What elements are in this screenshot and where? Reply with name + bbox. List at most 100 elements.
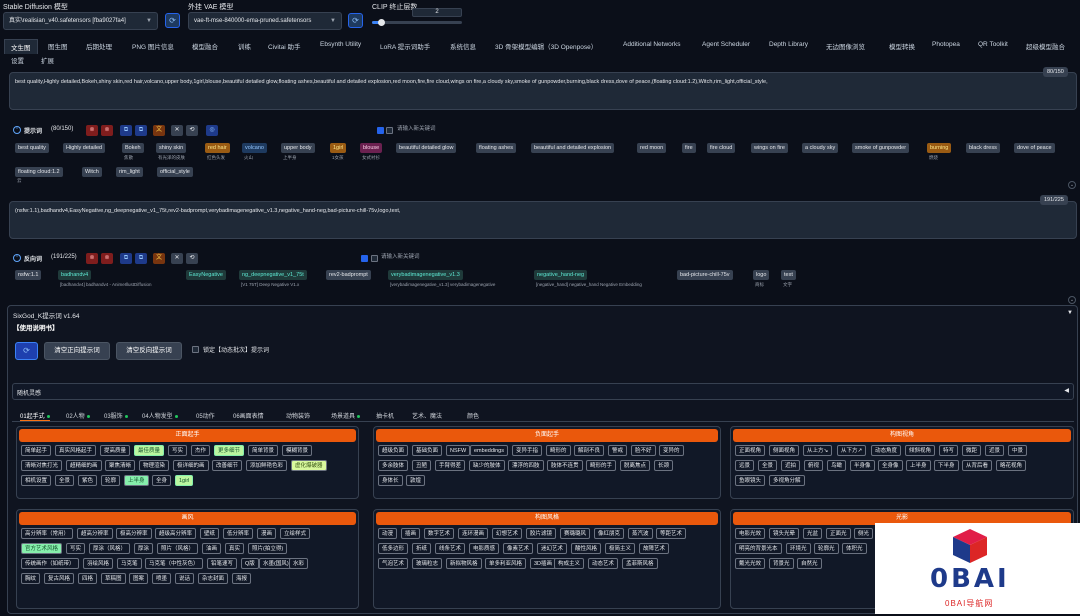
keyword-chip[interactable]: 戴光光效 bbox=[735, 558, 766, 569]
keyword-chip[interactable]: 等距艺术 bbox=[656, 528, 687, 539]
tab-train[interactable]: 训练 bbox=[238, 41, 251, 51]
keyword-chip[interactable]: 从背后看 bbox=[962, 460, 993, 471]
negative-tag[interactable]: EasyNegative bbox=[186, 270, 226, 280]
prompt-tag[interactable]: Highly detailed bbox=[63, 143, 106, 153]
clip-slider-handle[interactable] bbox=[378, 19, 385, 26]
keyword-chip[interactable]: 远景 bbox=[735, 460, 755, 471]
prompt-tag[interactable]: official_style bbox=[157, 167, 193, 177]
keyword-chip[interactable]: 正面视角 bbox=[735, 445, 766, 456]
keyword-chip[interactable]: 鱼眼镜头 bbox=[735, 475, 766, 486]
prompt-tag[interactable]: fire cloud bbox=[707, 143, 736, 153]
keyword-chip[interactable]: 像红朋克 bbox=[594, 528, 625, 539]
keyword-chip[interactable]: 丑陋 bbox=[412, 460, 432, 471]
prompt-tag[interactable]: black dress bbox=[966, 143, 1000, 153]
clear-icon[interactable]: ⊗ bbox=[101, 125, 113, 136]
tab-3d-openpose[interactable]: 3D 骨架模型编辑（3D Openpose） bbox=[495, 41, 597, 51]
keyword-chip[interactable]: 模糊背景 bbox=[282, 445, 313, 456]
keyword-chip[interactable]: 像素艺术 bbox=[503, 543, 534, 554]
neg-auto-translate-checkbox[interactable] bbox=[361, 255, 368, 262]
tab-checkpoint-merger[interactable]: 模型融合 bbox=[192, 41, 218, 51]
keyword-chip[interactable]: 多视角分解 bbox=[769, 475, 805, 486]
paste-icon[interactable]: ⧉ bbox=[135, 125, 147, 136]
keyword-chip[interactable]: 全身 bbox=[152, 475, 172, 486]
prompt-tag[interactable]: blouse bbox=[360, 143, 383, 153]
keyword-chip[interactable]: 倾斜视角 bbox=[905, 445, 936, 456]
keyword-chip[interactable]: NSFW bbox=[446, 445, 471, 456]
keyword-chip[interactable]: 杰作 bbox=[191, 445, 211, 456]
prompt-tag[interactable]: red hair bbox=[205, 143, 230, 153]
keyword-chip[interactable]: 背景光 bbox=[769, 558, 794, 569]
keyword-chip[interactable]: 手臂得差 bbox=[435, 460, 466, 471]
prompt-tag[interactable]: fire bbox=[682, 143, 696, 153]
prompt-tag[interactable]: Witch bbox=[82, 167, 102, 177]
positive-new-keyword-input[interactable]: 请输入新关键词 bbox=[397, 125, 757, 134]
keyword-chip[interactable]: 蒸汽波 bbox=[628, 528, 653, 539]
tab-depth-library[interactable]: Depth Library bbox=[769, 41, 808, 48]
keyword-chip[interactable]: 草稿图 bbox=[101, 573, 126, 584]
keyword-chip[interactable]: 超高分辨率 bbox=[77, 528, 113, 539]
prompt-tag[interactable]: best quality bbox=[15, 143, 49, 153]
subtab-item[interactable]: 05动作 bbox=[196, 411, 215, 420]
keyword-chip[interactable]: 超精细的画 bbox=[66, 460, 102, 471]
negative-tag[interactable]: ng_deepnegative_v1_75t bbox=[239, 270, 307, 280]
keyword-chip[interactable]: 近景 bbox=[985, 445, 1005, 456]
keyword-chip[interactable]: 构成主义 bbox=[554, 558, 585, 569]
delete-icon[interactable]: ⊗ bbox=[86, 253, 98, 264]
sd-model-select[interactable]: 真实\realisian_v40.safetensors [fba9027fa4… bbox=[3, 12, 158, 30]
negative-tag[interactable]: badhandv4 bbox=[58, 270, 92, 280]
vae-select[interactable]: vae-ft-mse-840000-ema-pruned.safetensors… bbox=[188, 12, 342, 30]
keyword-chip[interactable]: 脸不好 bbox=[631, 445, 656, 456]
history-icon[interactable]: ⟲ bbox=[186, 253, 198, 264]
keyword-chip[interactable]: 上半身 bbox=[124, 475, 149, 486]
keyword-chip[interactable]: 肢体不连贯 bbox=[547, 460, 583, 471]
clear-negative-button[interactable]: 清空反向提示词 bbox=[116, 342, 182, 360]
keyword-chip[interactable]: 全景 bbox=[758, 460, 778, 471]
collapse-icon[interactable]: ⌃ bbox=[13, 126, 21, 134]
keyword-chip[interactable]: 胶片滤镜 bbox=[526, 528, 557, 539]
copy-icon[interactable]: ⧉ bbox=[120, 253, 132, 264]
keyword-chip[interactable]: 水墨(国风) bbox=[259, 558, 293, 569]
keyword-chip[interactable]: 厚涂（风格） bbox=[89, 543, 131, 554]
clear-icon[interactable]: ⊗ bbox=[101, 253, 113, 264]
tab-extras[interactable]: 后期处理 bbox=[86, 41, 112, 51]
prompt-tag[interactable]: dove of peace bbox=[1014, 143, 1055, 153]
keyword-chip[interactable]: 提高质量 bbox=[100, 445, 131, 456]
auto-translate-checkbox[interactable] bbox=[377, 127, 384, 134]
tab-agent-scheduler[interactable]: Agent Scheduler bbox=[702, 41, 750, 48]
keyword-chip[interactable]: 水彩 bbox=[289, 558, 309, 569]
category-panel-title[interactable]: 正面起手 bbox=[19, 429, 356, 442]
keyword-chip[interactable]: 马克笔（中性灰色） bbox=[145, 558, 203, 569]
keyword-chip[interactable]: 解剖不良 bbox=[574, 445, 605, 456]
keyword-chip[interactable]: 插画 bbox=[401, 528, 421, 539]
keyword-chip[interactable]: 添加鲜艳色彩 bbox=[246, 460, 288, 471]
clip-slider[interactable] bbox=[372, 19, 462, 26]
keyword-chip[interactable]: 正面光 bbox=[826, 528, 851, 539]
keyword-chip[interactable]: 官方艺术风格 bbox=[21, 543, 63, 554]
keyword-toggle-checkbox[interactable] bbox=[386, 127, 393, 134]
keyword-chip[interactable]: 简单起手 bbox=[21, 445, 52, 456]
keyword-chip[interactable]: 超级负面 bbox=[378, 445, 409, 456]
subtab-item[interactable]: 艺术、魔法 bbox=[412, 411, 442, 420]
keyword-chip[interactable]: 从上方↘ bbox=[803, 445, 833, 456]
prompt-tag[interactable]: burning bbox=[927, 143, 952, 153]
keyword-chip[interactable]: 数字艺术 bbox=[424, 528, 455, 539]
category-panel-title[interactable]: 画风 bbox=[19, 512, 356, 525]
keyword-chip[interactable]: 敦煌 bbox=[406, 475, 426, 486]
keyword-chip[interactable]: 警戒 bbox=[608, 445, 628, 456]
keyword-chip[interactable]: 照片（风格） bbox=[157, 543, 199, 554]
keyword-chip[interactable]: 海报 bbox=[232, 573, 252, 584]
keyword-chip[interactable]: 聚焦清晰 bbox=[105, 460, 136, 471]
keyword-chip[interactable]: 清晰对焦打光 bbox=[21, 460, 63, 471]
tab-txt2img[interactable]: 文生图 bbox=[4, 39, 38, 54]
negative-tag[interactable]: rev2-badprompt bbox=[326, 270, 371, 280]
keyword-chip[interactable]: 铅笔速写 bbox=[207, 558, 238, 569]
negative-tag[interactable]: nsfw:1.1 bbox=[15, 270, 42, 280]
keyword-chip[interactable]: 写实 bbox=[168, 445, 188, 456]
tab-photopea[interactable]: Photopea bbox=[932, 41, 960, 48]
subtab-item[interactable]: 02人物 bbox=[66, 411, 90, 420]
lock-batch-checkbox[interactable] bbox=[192, 346, 199, 353]
tab-infinite-image-browsing[interactable]: 无边图像浏览 bbox=[826, 41, 865, 51]
negative-tag[interactable]: logo bbox=[753, 270, 770, 280]
negative-tag[interactable]: bad-picture-chill-75v bbox=[677, 270, 733, 280]
clear-positive-button[interactable]: 清空正向提示词 bbox=[44, 342, 110, 360]
